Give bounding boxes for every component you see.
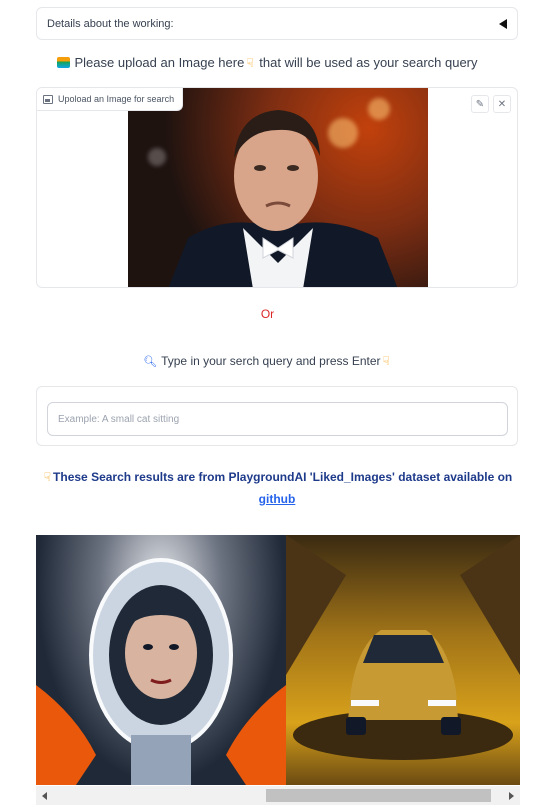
upload-text-b: that will be used as your search query [259,55,478,70]
dataset-info: ☟ These Search results are from Playgroun… [40,466,514,510]
or-separator: Or [260,307,275,321]
scrollbar-thumb[interactable] [266,789,491,802]
picture-emoji-icon [57,57,71,68]
search-input[interactable] [47,402,508,436]
upload-text-a: Please upload an Image here [74,55,245,70]
uploaded-photo [128,88,428,287]
car-image [286,535,520,760]
github-link[interactable]: github [259,492,296,506]
search-container [36,386,518,446]
image-tools: ✎ ✕ [471,95,511,113]
edit-icon[interactable]: ✎ [471,95,489,113]
gallery-item-car[interactable] [286,535,520,785]
gallery-scrollbar[interactable] [36,786,520,805]
close-icon[interactable]: ✕ [493,95,511,113]
text-query-instructions: 🔍︎ Type in your serch query and press Ent… [143,354,390,368]
results-gallery [36,535,520,785]
scroll-right-icon[interactable] [503,786,520,805]
collapse-triangle-icon[interactable] [499,18,507,29]
upload-instructions: Please upload an Image here ☟ that will b… [0,55,535,70]
gallery-item-astronaut-portrait[interactable] [36,535,286,785]
pointing-down-hand-icon: ☟ [43,470,52,484]
accordion-label: Details about the working: [47,17,174,30]
details-accordion[interactable]: Details about the working: [36,7,518,40]
magnifier-icon: 🔍︎ [143,356,158,368]
astronaut-portrait-image [36,558,286,785]
image-icon [43,94,53,104]
scroll-left-icon[interactable] [36,786,53,805]
image-upload-label: Upoload an Image for search [37,88,184,111]
pointing-down-hand-icon: ☟ [246,56,254,70]
image-upload-widget[interactable]: Upoload an Image for search ✎ ✕ [36,87,518,288]
pointing-down-hand-icon: ☟ [382,354,390,368]
